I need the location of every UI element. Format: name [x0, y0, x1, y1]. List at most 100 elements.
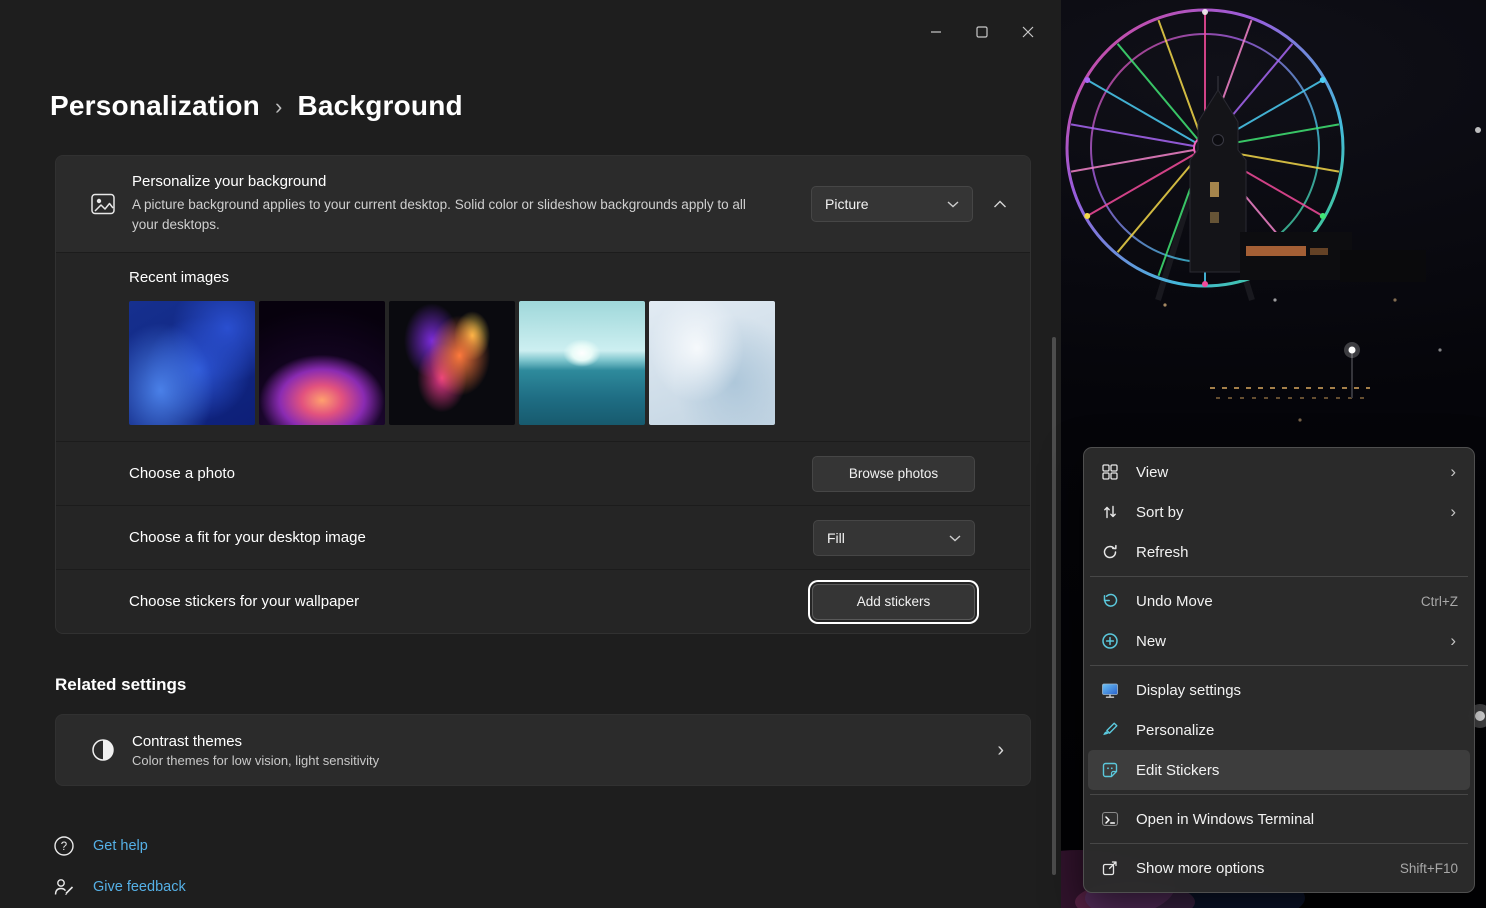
settings-window: Personalization › Background Personalize… — [0, 0, 1061, 908]
personalize-background-row: Personalize your background A picture ba… — [56, 156, 1030, 252]
undo-icon — [1100, 591, 1120, 611]
choose-stickers-row: Choose stickers for your wallpaper Add s… — [56, 569, 1030, 633]
add-stickers-button[interactable]: Add stickers — [812, 584, 975, 620]
chevron-right-icon: › — [997, 739, 1004, 762]
menu-divider — [1090, 576, 1468, 577]
menu-item-label: Show more options — [1136, 860, 1400, 877]
menu-item-label: Sort by — [1136, 504, 1450, 521]
grid-icon — [1100, 462, 1120, 482]
menu-item-label: Open in Windows Terminal — [1136, 811, 1458, 828]
menu-item-open-windows-terminal[interactable]: Open in Windows Terminal — [1088, 799, 1470, 839]
menu-item-label: Refresh — [1136, 544, 1458, 561]
menu-item-show-more-options[interactable]: Show more options Shift+F10 — [1088, 848, 1470, 888]
menu-item-edit-stickers[interactable]: Edit Stickers — [1088, 750, 1470, 790]
contrast-icon — [90, 737, 116, 763]
card-description: A picture background applies to your cur… — [132, 195, 772, 234]
browse-photos-button[interactable]: Browse photos — [812, 456, 975, 492]
buildings — [1240, 232, 1426, 282]
contrast-themes-title: Contrast themes — [132, 733, 379, 750]
menu-item-shortcut: Shift+F10 — [1400, 861, 1458, 876]
submenu-chevron-icon: › — [1450, 462, 1458, 482]
get-help-link[interactable]: ? Get help — [52, 834, 148, 858]
breadcrumb-separator-icon: › — [275, 92, 283, 120]
menu-divider — [1090, 665, 1468, 666]
contrast-themes-subtitle: Color themes for low vision, light sensi… — [132, 753, 379, 768]
svg-text:?: ? — [61, 841, 67, 853]
menu-divider — [1090, 794, 1468, 795]
background-type-dropdown[interactable]: Picture — [811, 186, 973, 222]
close-icon — [1022, 26, 1034, 38]
minimize-button[interactable] — [913, 16, 959, 48]
page-title: Background — [297, 90, 462, 122]
sort-icon — [1100, 502, 1120, 522]
choose-photo-label: Choose a photo — [129, 465, 235, 482]
menu-item-label: Display settings — [1136, 682, 1458, 699]
menu-item-label: Edit Stickers — [1136, 762, 1458, 779]
breadcrumb-parent[interactable]: Personalization — [50, 90, 260, 122]
plus-circle-icon — [1100, 631, 1120, 651]
chevron-down-icon — [949, 534, 961, 542]
submenu-chevron-icon: › — [1450, 631, 1458, 651]
menu-item-label: View — [1136, 464, 1450, 481]
menu-item-label: Personalize — [1136, 722, 1458, 739]
recent-images-label: Recent images — [129, 269, 996, 286]
recent-image-thumbnail-beach-sunrise[interactable] — [519, 301, 645, 425]
scrollbar[interactable] — [1052, 337, 1056, 875]
recent-images-strip — [129, 301, 996, 425]
street-lamp — [1344, 342, 1360, 398]
choose-stickers-label: Choose stickers for your wallpaper — [129, 593, 359, 610]
menu-item-personalize[interactable]: Personalize — [1088, 710, 1470, 750]
feedback-icon — [52, 875, 76, 899]
menu-item-label: New — [1136, 633, 1450, 650]
close-button[interactable] — [1005, 16, 1051, 48]
menu-item-undo-move[interactable]: Undo Move Ctrl+Z — [1088, 581, 1470, 621]
chevron-down-icon — [947, 200, 959, 208]
choose-fit-label: Choose a fit for your desktop image — [129, 529, 366, 546]
terminal-icon — [1100, 809, 1120, 829]
display-icon — [1100, 680, 1120, 700]
photo-icon — [90, 191, 116, 217]
menu-item-view[interactable]: View › — [1088, 452, 1470, 492]
dropdown-value: Picture — [825, 196, 869, 212]
give-feedback-link[interactable]: Give feedback — [52, 875, 186, 899]
contrast-themes-card[interactable]: Contrast themes Color themes for low vis… — [55, 714, 1031, 786]
recent-image-thumbnail-abstract-ribbon[interactable] — [389, 301, 515, 425]
menu-item-sort-by[interactable]: Sort by › — [1088, 492, 1470, 532]
menu-divider — [1090, 843, 1468, 844]
brush-icon — [1100, 720, 1120, 740]
fit-dropdown[interactable]: Fill — [813, 520, 975, 556]
menu-item-label: Undo Move — [1136, 593, 1421, 610]
breadcrumb: Personalization › Background — [50, 90, 463, 122]
related-settings-heading: Related settings — [55, 675, 186, 695]
recent-images-section: Recent images — [56, 252, 1030, 441]
menu-item-refresh[interactable]: Refresh — [1088, 532, 1470, 572]
help-icon: ? — [52, 834, 76, 858]
maximize-icon — [976, 26, 988, 38]
recent-image-thumbnail-purple-glow[interactable] — [259, 301, 385, 425]
more-icon — [1100, 858, 1120, 878]
choose-fit-row: Choose a fit for your desktop image Fill — [56, 505, 1030, 569]
refresh-icon — [1100, 542, 1120, 562]
recent-image-thumbnail-light-bloom[interactable] — [649, 301, 775, 425]
menu-item-new[interactable]: New › — [1088, 621, 1470, 661]
chevron-up-icon — [993, 200, 1007, 209]
recent-image-thumbnail-blue-bloom[interactable] — [129, 301, 255, 425]
background-settings-card: Personalize your background A picture ba… — [55, 155, 1031, 634]
get-help-label: Get help — [93, 838, 148, 854]
dropdown-value: Fill — [827, 530, 845, 546]
maximize-button[interactable] — [959, 16, 1005, 48]
light-strings — [1210, 388, 1370, 398]
card-title: Personalize your background — [132, 173, 772, 190]
sticker-icon — [1100, 760, 1120, 780]
personalize-background-text: Personalize your background A picture ba… — [132, 173, 772, 234]
church-silhouette — [1190, 76, 1246, 272]
menu-item-shortcut: Ctrl+Z — [1421, 594, 1458, 609]
menu-item-display-settings[interactable]: Display settings — [1088, 670, 1470, 710]
give-feedback-label: Give feedback — [93, 879, 186, 895]
choose-photo-row: Choose a photo Browse photos — [56, 441, 1030, 505]
window-controls — [913, 16, 1051, 48]
minimize-icon — [930, 26, 942, 38]
collapse-card-button[interactable] — [992, 200, 1008, 209]
desktop-context-menu: View › Sort by › Refresh Undo Move Ctrl+… — [1083, 447, 1475, 893]
submenu-chevron-icon: › — [1450, 502, 1458, 522]
